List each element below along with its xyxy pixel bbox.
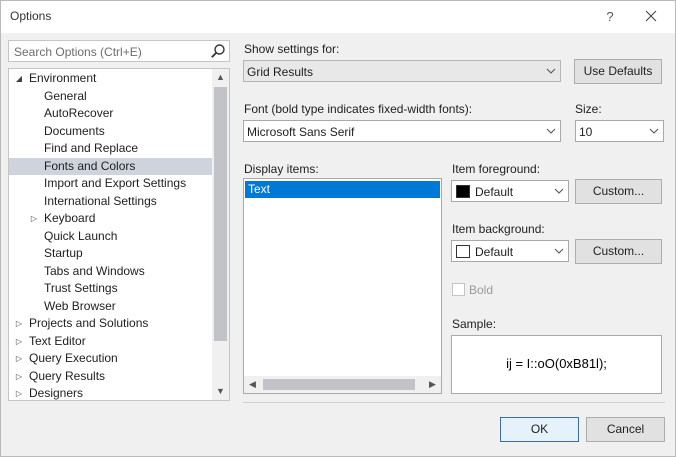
title-bar: Options ? <box>1 1 675 33</box>
tree-item-label: Web Browser <box>44 298 116 313</box>
tree-item[interactable]: Web Browser <box>9 298 212 316</box>
tree-item[interactable]: Startup <box>9 245 212 263</box>
tree-item-label: Documents <box>44 123 105 138</box>
sample-text: ij = I::oO(0xB81l); <box>506 356 607 371</box>
scroll-thumb[interactable] <box>263 379 415 390</box>
font-label: Font (bold type indicates fixed-width fo… <box>244 102 473 116</box>
tree-item[interactable]: ▷ Keyboard <box>9 210 212 228</box>
close-icon <box>645 10 657 22</box>
tree-item-label: Designers <box>29 386 84 400</box>
window-title: Options <box>10 9 52 23</box>
tree-item[interactable]: ▷ Designers <box>9 385 212 400</box>
tree-item[interactable]: ▷ Query Execution <box>9 350 212 368</box>
collapsed-arrow-icon[interactable]: ▷ <box>14 385 24 400</box>
item-background-select[interactable]: Default <box>451 240 569 262</box>
ok-button[interactable]: OK <box>500 417 579 442</box>
chevron-down-icon <box>554 188 564 194</box>
font-value: Microsoft Sans Serif <box>247 125 355 139</box>
scroll-thumb[interactable] <box>214 87 227 341</box>
background-color-swatch <box>456 245 470 258</box>
sample-preview: ij = I::oO(0xB81l); <box>451 335 662 394</box>
tree-item[interactable]: General <box>9 88 212 106</box>
tree-item-label: Query Results <box>29 368 106 383</box>
tree-item-label: AutoRecover <box>44 106 114 120</box>
collapsed-arrow-icon[interactable]: ▷ <box>29 210 39 227</box>
chevron-down-icon <box>649 128 659 134</box>
collapsed-arrow-icon[interactable]: ▷ <box>14 350 24 367</box>
tree-item-label: Fonts and Colors <box>44 158 136 173</box>
footer-divider <box>243 402 665 403</box>
tree-item-label: International Settings <box>44 193 157 208</box>
search-icon[interactable] <box>210 43 226 59</box>
tree-item[interactable]: Quick Launch <box>9 228 212 246</box>
tree-item-label: Quick Launch <box>44 228 118 243</box>
item-foreground-label: Item foreground: <box>452 162 541 176</box>
tree-item-label: Keyboard <box>44 211 96 225</box>
tree-item[interactable]: International Settings <box>9 193 212 211</box>
tree-item-label: Tabs and Windows <box>44 263 145 278</box>
tree-item-label: Text Editor <box>29 333 86 348</box>
tree-item-label: Find and Replace <box>44 141 139 155</box>
tree-item[interactable]: ▷ Text Editor <box>9 333 212 351</box>
display-items-list[interactable]: Text ◀ ▶ <box>243 178 442 394</box>
tree-item[interactable]: AutoRecover <box>9 105 212 123</box>
collapsed-arrow-icon[interactable]: ▷ <box>14 333 24 350</box>
scroll-right-icon[interactable]: ▶ <box>424 376 441 393</box>
size-select[interactable]: 10 <box>575 120 664 142</box>
show-settings-label: Show settings for: <box>244 42 340 56</box>
font-select[interactable]: Microsoft Sans Serif <box>243 120 561 142</box>
tree-item[interactable]: ▷ Projects and Solutions <box>9 315 212 333</box>
use-defaults-button[interactable]: Use Defaults <box>574 59 662 84</box>
show-settings-select[interactable]: Grid Results <box>243 60 561 82</box>
help-button[interactable]: ? <box>598 5 622 29</box>
sample-label: Sample: <box>452 317 497 331</box>
tree-item[interactable]: Find and Replace <box>9 140 212 158</box>
options-dialog: Options ? Search Options (Ctrl+E) ▷ Desig… <box>0 0 676 457</box>
search-options-input[interactable]: Search Options (Ctrl+E) <box>8 40 230 62</box>
tree-item[interactable]: Tabs and Windows <box>9 263 212 281</box>
tree-item[interactable]: Documents <box>9 123 212 141</box>
background-custom-button[interactable]: Custom... <box>575 239 662 264</box>
foreground-custom-button[interactable]: Custom... <box>575 179 662 204</box>
bold-checkbox[interactable] <box>452 283 465 296</box>
tree-item-label: Query Execution <box>29 351 118 365</box>
bold-label: Bold <box>469 283 494 297</box>
tree-item-label: Projects and Solutions <box>29 316 149 330</box>
tree-item-label: Startup <box>44 246 83 260</box>
chevron-down-icon <box>546 68 556 74</box>
tree-item-label: Trust Settings <box>44 281 118 295</box>
search-placeholder: Search Options (Ctrl+E) <box>14 45 142 59</box>
item-foreground-select[interactable]: Default <box>451 180 569 202</box>
chevron-down-icon <box>554 248 564 254</box>
collapsed-arrow-icon[interactable]: ▷ <box>14 315 24 332</box>
close-button[interactable] <box>637 5 665 29</box>
scroll-up-icon[interactable]: ▲ <box>212 69 229 86</box>
tree-item[interactable]: ▷ Query Results <box>9 368 212 386</box>
display-items-label: Display items: <box>244 162 319 176</box>
cancel-button[interactable]: Cancel <box>586 417 665 442</box>
tree-item[interactable]: Import and Export Settings <box>9 175 212 193</box>
tree-item[interactable]: Fonts and Colors <box>9 157 212 175</box>
tree-item-label: Import and Export Settings <box>44 176 187 190</box>
options-tree[interactable]: ▷ Designers ▷ Query Results ▷ Query Execution… <box>8 68 230 401</box>
expanded-arrow-icon[interactable]: ◢ <box>14 70 24 87</box>
scroll-left-icon[interactable]: ◀ <box>244 376 261 393</box>
tree-item-label: Environment <box>29 71 97 85</box>
background-value: Default <box>475 245 514 259</box>
size-label: Size: <box>575 102 602 116</box>
show-settings-value: Grid Results <box>247 65 314 79</box>
foreground-color-swatch <box>456 185 470 198</box>
tree-item-label: General <box>44 88 87 103</box>
list-horizontal-scrollbar[interactable]: ◀ ▶ <box>244 376 441 393</box>
scroll-down-icon[interactable]: ▼ <box>212 383 229 400</box>
collapsed-arrow-icon[interactable]: ▷ <box>14 368 24 385</box>
chevron-down-icon <box>546 128 556 134</box>
tree-item[interactable]: Trust Settings <box>9 280 212 298</box>
foreground-value: Default <box>475 185 514 199</box>
list-item[interactable]: Text <box>245 181 440 198</box>
tree-scrollbar[interactable]: ▲ ▼ <box>212 69 229 400</box>
item-background-label: Item background: <box>452 222 545 236</box>
size-value: 10 <box>579 125 593 139</box>
tree-item[interactable]: ◢ Environment <box>9 70 212 88</box>
